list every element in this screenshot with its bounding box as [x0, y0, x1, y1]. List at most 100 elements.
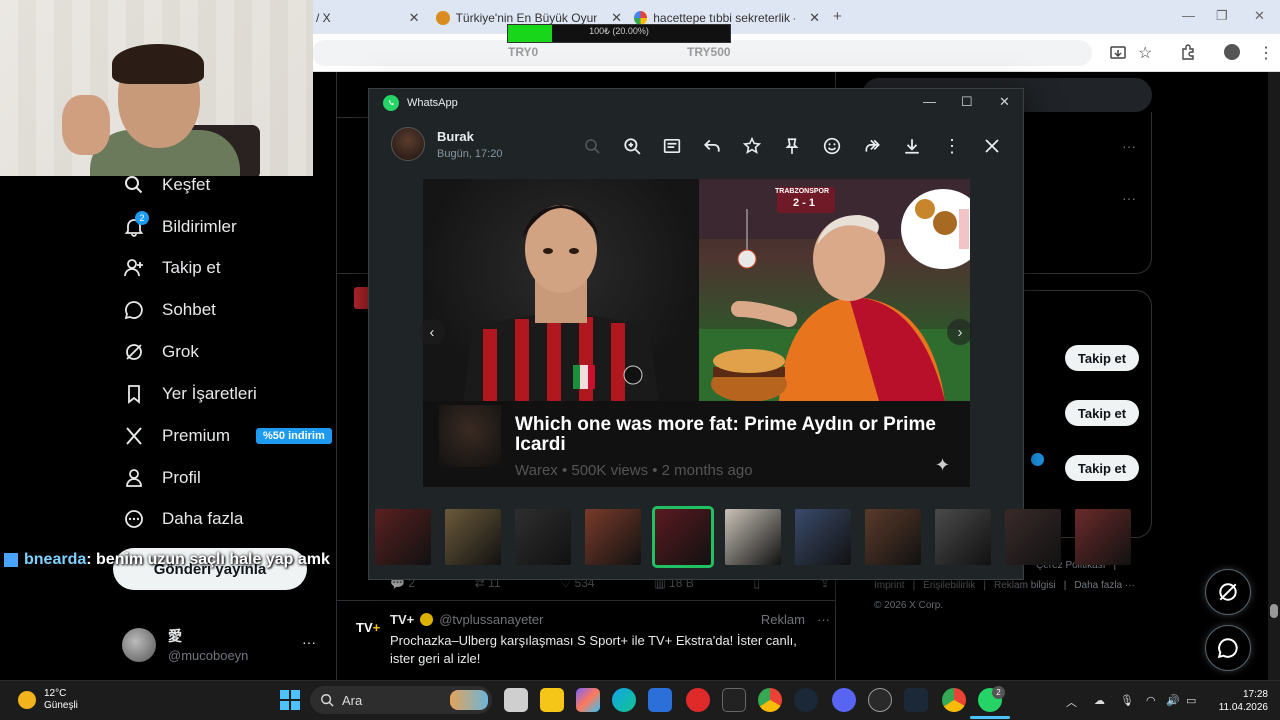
avatar[interactable]	[391, 127, 425, 161]
app-icon[interactable]	[868, 688, 892, 712]
page-scrollbar[interactable]	[1268, 72, 1280, 682]
thumbnail[interactable]	[725, 509, 781, 565]
trend-more-icon[interactable]: ···	[1122, 190, 1136, 206]
thumbnail[interactable]	[935, 509, 991, 565]
sidebar-item-follow[interactable]: Takip et	[122, 250, 221, 286]
whatsapp-logo-icon	[383, 95, 399, 111]
new-tab-button[interactable]: +	[833, 8, 842, 25]
chrome-profile-icon[interactable]	[942, 688, 966, 712]
emoji-icon[interactable]	[821, 135, 843, 157]
search-icon[interactable]	[581, 135, 603, 157]
close-tab-icon[interactable]: ✕	[809, 10, 820, 26]
close-tab-icon[interactable]: ✕	[409, 10, 420, 26]
taskbar-search[interactable]: Ara	[310, 686, 492, 714]
chrome-icon[interactable]	[758, 688, 782, 712]
wifi-icon[interactable]: ◠	[1146, 694, 1156, 707]
caption-icon[interactable]	[661, 135, 683, 157]
media-sender-header: Burak Bugün, 17:20	[391, 127, 502, 161]
thumbnail[interactable]	[1075, 509, 1131, 565]
steam-icon[interactable]	[794, 688, 818, 712]
account-switcher[interactable]: 愛 @mucoboeyn	[122, 626, 248, 663]
video-meta: Warex • 500K views • 2 months ago	[515, 462, 753, 479]
sidebar-item-explore[interactable]: Keşfet	[122, 167, 210, 203]
more-circle-icon	[122, 507, 146, 531]
sidebar-item-more[interactable]: Daha fazla	[122, 501, 243, 537]
media-player-icon[interactable]	[686, 688, 710, 712]
weather-widget[interactable]: 12°C Güneşli	[18, 688, 78, 712]
tweet-author-handle[interactable]: @tvplussanayeter	[439, 612, 543, 627]
start-button[interactable]	[280, 690, 300, 715]
extensions-icon[interactable]	[1180, 44, 1196, 65]
sidebar-item-chat[interactable]: Sohbet	[122, 292, 216, 328]
thumbnail[interactable]	[445, 509, 501, 565]
reply-icon[interactable]	[701, 135, 723, 157]
follow-button[interactable]: Takip et	[1065, 400, 1139, 426]
weather-temp: 12°C	[44, 688, 67, 699]
thumbnail[interactable]	[1005, 509, 1061, 565]
edge-icon[interactable]	[612, 688, 636, 712]
star-icon[interactable]	[741, 135, 763, 157]
sidebar-item-premium[interactable]: Premium %50 indirim	[122, 418, 332, 454]
forward-icon[interactable]	[861, 135, 883, 157]
more-vertical-icon[interactable]: ⋮	[941, 135, 963, 157]
tab-label: / X	[316, 11, 331, 25]
microsoft-store-icon[interactable]	[648, 688, 672, 712]
tweet-author-name[interactable]: TV+	[390, 612, 414, 627]
sidebar-item-bookmarks[interactable]: Yer İşaretleri	[122, 376, 257, 412]
battery-icon[interactable]: ▭	[1186, 694, 1196, 707]
follow-button[interactable]: Takip et	[1065, 345, 1139, 371]
thumbnail[interactable]	[585, 509, 641, 565]
sidebar-item-label: Keşfet	[162, 175, 211, 194]
zoom-in-icon[interactable]	[621, 135, 643, 157]
task-view-icon[interactable]	[504, 688, 528, 712]
grok-fab-button[interactable]	[1205, 569, 1251, 615]
sidebar-item-label: Takip et	[162, 258, 221, 277]
thumbnail[interactable]	[795, 509, 851, 565]
google-favicon-icon	[634, 11, 648, 25]
sidebar-item-profile[interactable]: Profil	[122, 460, 201, 496]
wa-close-window-icon[interactable]: ✕	[999, 94, 1010, 110]
download-icon[interactable]	[901, 135, 923, 157]
thumbnail-selected[interactable]	[652, 506, 714, 568]
thumbnail[interactable]	[515, 509, 571, 565]
epic-games-icon[interactable]	[722, 688, 746, 712]
pin-icon[interactable]	[781, 135, 803, 157]
search-highlight-icon	[450, 690, 488, 710]
close-window-icon[interactable]: ✕	[1254, 8, 1265, 24]
tweet-more-icon[interactable]: ···	[817, 612, 830, 627]
onedrive-icon[interactable]: ☁	[1094, 694, 1105, 707]
file-explorer-icon[interactable]	[540, 688, 564, 712]
messages-fab-button[interactable]	[1205, 625, 1251, 671]
volume-icon[interactable]: 🔊	[1166, 694, 1180, 707]
follow-button[interactable]: Takip et	[1065, 455, 1139, 481]
taskbar-clock[interactable]: 17:28 11.04.2026	[1212, 688, 1268, 714]
install-app-icon[interactable]	[1110, 45, 1126, 66]
sidebar-item-grok[interactable]: Grok	[122, 334, 199, 370]
microphone-icon[interactable]: 🎙	[1120, 694, 1134, 707]
thumbnail[interactable]	[865, 509, 921, 565]
maximize-window-icon[interactable]: ❐	[1216, 8, 1228, 24]
wa-maximize-icon[interactable]: ☐	[961, 94, 973, 110]
page-scrollbar-thumb[interactable]	[1270, 604, 1278, 618]
search-icon	[321, 694, 334, 707]
next-media-button[interactable]: ›	[947, 319, 973, 345]
wa-minimize-icon[interactable]: —	[923, 94, 936, 109]
steam-window-icon[interactable]	[904, 688, 928, 712]
thumbnail[interactable]	[375, 509, 431, 565]
trend-more-icon[interactable]: ···	[1122, 138, 1136, 154]
media-image[interactable]: TRABZONSPOR 2 - 1 Which one was more fat…	[423, 179, 970, 487]
browser-menu-icon[interactable]: ⋮	[1258, 43, 1274, 63]
discord-icon[interactable]	[832, 688, 856, 712]
tray-overflow-icon[interactable]: ︿	[1066, 694, 1077, 710]
previous-media-button[interactable]: ‹	[419, 319, 445, 345]
footer-link[interactable]: Daha fazla ···	[1074, 576, 1135, 596]
sender-name: Burak	[437, 128, 474, 144]
minimize-window-icon[interactable]: —	[1182, 8, 1195, 23]
tab-x[interactable]: / X ✕	[316, 6, 424, 30]
copilot-icon[interactable]	[576, 688, 600, 712]
close-icon[interactable]	[981, 135, 1003, 157]
bookmark-star-icon[interactable]: ☆	[1138, 43, 1152, 63]
account-more-icon[interactable]: ···	[302, 634, 316, 650]
profile-avatar[interactable]	[1224, 44, 1240, 60]
right-player-panel	[699, 179, 970, 402]
